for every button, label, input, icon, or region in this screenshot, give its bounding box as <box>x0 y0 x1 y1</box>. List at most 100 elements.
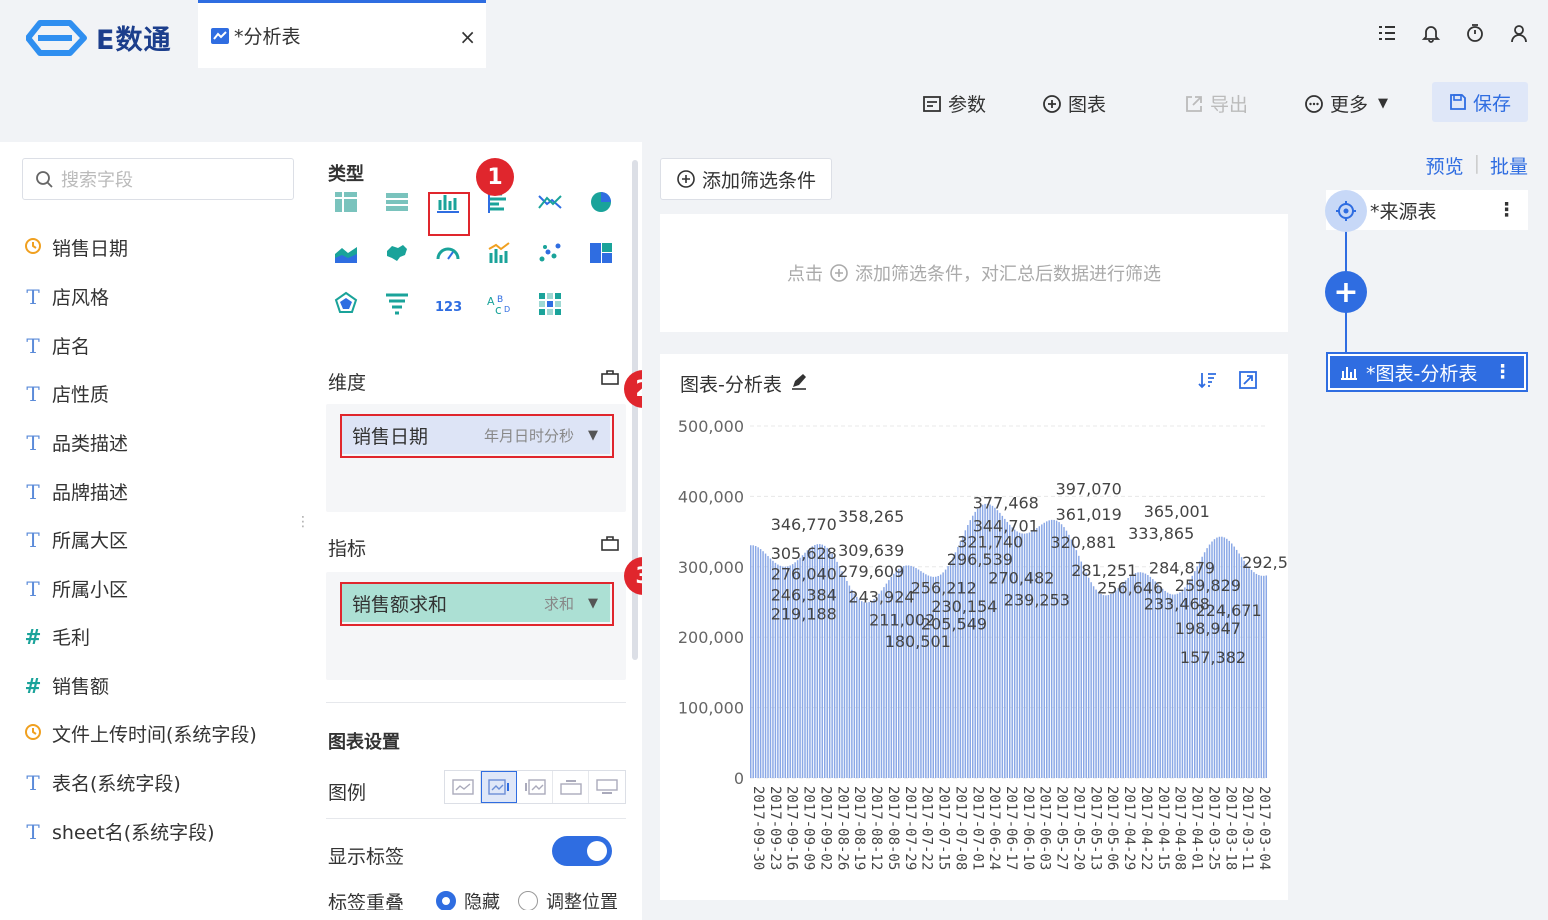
field-item[interactable]: T 表名(系统字段) <box>22 769 181 796</box>
more-button[interactable]: 更多 ▼ <box>1304 90 1388 117</box>
show-labels-toggle[interactable] <box>552 836 612 866</box>
timer-icon[interactable] <box>1464 22 1486 44</box>
legend-left-option[interactable] <box>517 771 553 803</box>
pie-chart-icon[interactable] <box>587 188 615 216</box>
export-button[interactable]: 导出 <box>1184 90 1248 117</box>
plus-circle-icon <box>830 264 848 282</box>
config-panel: 类型 123 A Bc D 维度 销售日期 年月日时分秒 ▼ 指标 销售额求和 求和 … <box>312 142 642 920</box>
y-tick-label: 500,000 <box>678 417 744 436</box>
area-chart-icon[interactable] <box>332 239 360 267</box>
bar <box>1053 519 1055 778</box>
x-tick-label: 2017-07-15 <box>936 786 952 870</box>
bar <box>1102 595 1105 778</box>
flow-connector <box>1345 310 1347 352</box>
radar-icon[interactable] <box>332 290 360 318</box>
table-icon[interactable] <box>383 188 411 216</box>
field-item[interactable]: Tsheet名(系统字段) <box>22 818 214 845</box>
tab-analysis[interactable]: *分析表 × <box>198 0 486 68</box>
data-label: 344,701 <box>973 516 1039 535</box>
x-tick-label: 2017-09-30 <box>750 786 766 870</box>
export-label: 导出 <box>1210 94 1249 116</box>
field-item[interactable]: T 品类描述 <box>22 429 128 456</box>
bar <box>1263 575 1265 778</box>
crosstab-icon[interactable] <box>332 188 360 216</box>
map-icon[interactable] <box>383 239 411 267</box>
x-tick-label: 2017-09-23 <box>767 786 783 870</box>
fullscreen-icon[interactable] <box>1238 370 1258 395</box>
close-icon[interactable]: × <box>459 25 476 49</box>
metric-settings-icon[interactable] <box>600 534 620 557</box>
x-tick-label: 2017-05-27 <box>1054 786 1070 870</box>
app-logo[interactable]: E数通 <box>26 18 171 57</box>
field-label: 品类描述 <box>52 433 129 455</box>
dimension-settings-icon[interactable] <box>600 368 620 391</box>
preview-link[interactable]: 预览 <box>1426 152 1464 179</box>
line-chart-icon[interactable] <box>536 188 564 216</box>
field-item[interactable]: T 品牌描述 <box>22 478 128 505</box>
field-item[interactable]: T 店性质 <box>22 380 109 407</box>
data-label: 333,865 <box>1128 524 1194 543</box>
tab-label: *分析表 <box>234 26 301 48</box>
sort-icon[interactable] <box>1198 370 1218 395</box>
field-item[interactable]: # 毛利 <box>22 623 90 650</box>
bell-icon[interactable] <box>1420 22 1442 44</box>
legend-top-option[interactable] <box>553 771 589 803</box>
bar <box>856 596 858 778</box>
add-chart-button[interactable]: 图表 <box>1042 90 1106 117</box>
field-item[interactable]: T 店风格 <box>22 283 109 310</box>
radio-adjust[interactable] <box>518 891 538 910</box>
legend-none-option[interactable] <box>445 771 481 803</box>
panel-resize-handle[interactable]: ⋮ <box>296 514 310 530</box>
legend-label: 图例 <box>328 782 367 804</box>
filter-area[interactable]: 点击 添加筛选条件，对汇总后数据进行筛选 <box>660 214 1288 332</box>
scatter-icon[interactable] <box>536 239 564 267</box>
dimension-heading: 维度 <box>328 372 367 394</box>
data-label: 243,924 <box>848 587 914 606</box>
bar <box>759 549 762 778</box>
params-icon <box>923 95 941 112</box>
node-menu-icon[interactable]: ⋮ <box>1493 361 1512 383</box>
chart-node[interactable]: *图表-分析表 ⋮ <box>1326 352 1528 392</box>
node-menu-icon[interactable]: ⋮ <box>1497 199 1516 221</box>
field-item[interactable]: T 所属小区 <box>22 575 128 602</box>
params-button[interactable]: 参数 <box>922 90 986 117</box>
bar <box>1245 564 1248 778</box>
search-input[interactable]: 搜索字段 <box>22 158 294 200</box>
x-tick-label: 2017-05-20 <box>1071 786 1087 870</box>
legend-bottom-option[interactable] <box>589 771 625 803</box>
heatmap-icon[interactable] <box>536 290 564 318</box>
bar <box>858 599 861 778</box>
kpi-number-icon[interactable]: 123 <box>434 290 462 318</box>
text-icon: T <box>26 479 40 504</box>
save-button[interactable]: 保存 <box>1432 82 1528 122</box>
legend-right-option[interactable] <box>481 771 517 803</box>
bar <box>841 571 843 778</box>
field-item[interactable]: T 所属大区 <box>22 526 128 553</box>
field-item[interactable]: T 店名 <box>22 332 90 359</box>
radio-hide[interactable] <box>436 891 456 910</box>
task-list-icon[interactable] <box>1376 22 1398 44</box>
bar <box>1265 575 1268 778</box>
x-tick-label: 2017-07-29 <box>902 786 918 870</box>
combo-chart-icon[interactable] <box>485 239 513 267</box>
gauge-icon[interactable] <box>434 239 462 267</box>
field-label: 毛利 <box>52 627 91 649</box>
x-tick-label: 2017-07-01 <box>969 786 985 870</box>
user-icon[interactable] <box>1508 22 1530 44</box>
edit-icon[interactable] <box>790 372 808 395</box>
x-tick-label: 2017-09-09 <box>801 786 817 870</box>
bar <box>1129 575 1132 778</box>
field-item[interactable]: 销售日期 <box>22 234 128 261</box>
y-tick-label: 200,000 <box>678 628 744 647</box>
field-item[interactable]: 文件上传时间(系统字段) <box>22 720 257 747</box>
field-label: 店风格 <box>52 287 110 309</box>
add-filter-button[interactable]: 添加筛选条件 <box>660 158 832 200</box>
x-tick-label: 2017-08-19 <box>851 786 867 870</box>
word-cloud-icon[interactable]: ABcD <box>485 290 513 318</box>
field-item[interactable]: # 销售额 <box>22 672 109 699</box>
add-node-button[interactable]: + <box>1325 271 1367 313</box>
batch-link[interactable]: 批量 <box>1490 152 1528 179</box>
funnel-icon[interactable] <box>383 290 411 318</box>
data-label: 321,740 <box>957 533 1023 552</box>
treemap-icon[interactable] <box>587 239 615 267</box>
